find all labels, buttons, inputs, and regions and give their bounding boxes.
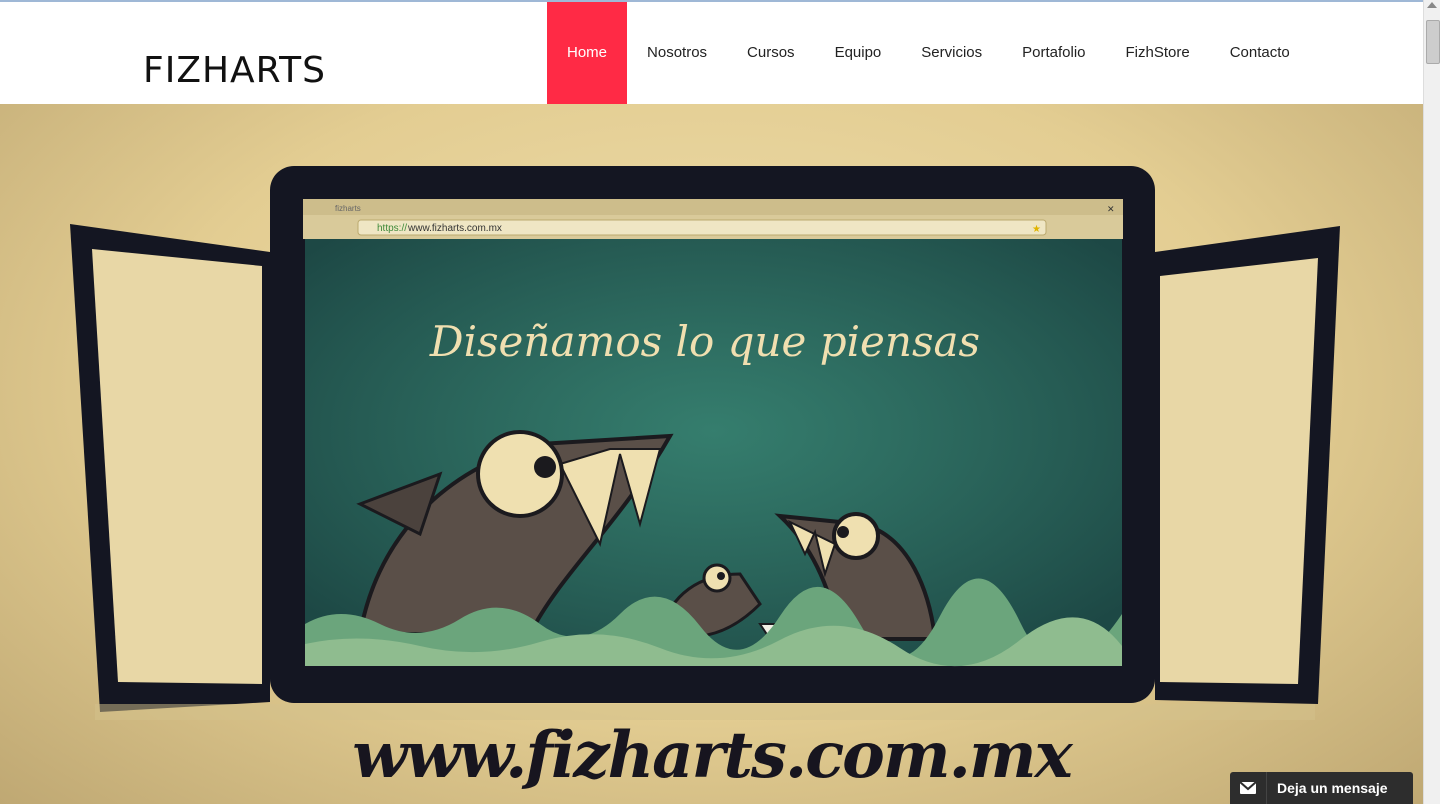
small-fish-pupil [717,572,725,580]
scroll-up-arrow-icon[interactable] [1427,2,1437,8]
browser-tab-title: fizharts [335,204,361,213]
small-fish-eye [702,563,732,593]
nav-equipo[interactable]: Equipo [815,2,902,104]
right-shutter-panel [1160,258,1318,684]
big-fish-pupil [534,456,556,478]
nav-cursos[interactable]: Cursos [727,2,815,104]
envelope-icon [1230,772,1267,804]
address-bar-url: www.fizharts.com.mx [407,223,502,234]
close-icon: ✕ [1107,205,1115,215]
nav-home[interactable]: Home [547,2,628,104]
hero-illustration: fizharts https:// www.fizharts.com.mx ✕ … [70,166,1340,720]
hero-banner: fizharts https:// www.fizharts.com.mx ✕ … [0,104,1423,804]
site-logo[interactable]: FIZHARTS [143,50,326,91]
nav-servicios[interactable]: Servicios [901,2,1002,104]
site-header: FIZHARTS Home Nosotros Cursos Equipo Ser… [0,2,1423,104]
leave-message-label: Deja un mensaje [1277,780,1388,796]
address-bar-scheme: https:// [377,223,407,234]
left-shutter-panel [92,249,262,684]
right-fish-pupil [837,526,849,538]
vertical-scrollbar[interactable] [1423,0,1440,804]
nav-nosotros[interactable]: Nosotros [627,2,727,104]
nav-contacto[interactable]: Contacto [1210,2,1310,104]
screen-slogan: Diseñamos lo que piensas [429,317,980,366]
nav-fizhstore[interactable]: FizhStore [1106,2,1210,104]
browser-titlebar [303,199,1123,215]
scroll-thumb[interactable] [1426,20,1440,64]
leave-message-button[interactable]: Deja un mensaje [1230,772,1413,804]
star-icon: ★ [1032,224,1041,235]
main-nav: Home Nosotros Cursos Equipo Servicios Po… [547,2,1310,104]
hero-domain-text: www.fizharts.com.mx [352,718,1072,793]
nav-portafolio[interactable]: Portafolio [1002,2,1105,104]
